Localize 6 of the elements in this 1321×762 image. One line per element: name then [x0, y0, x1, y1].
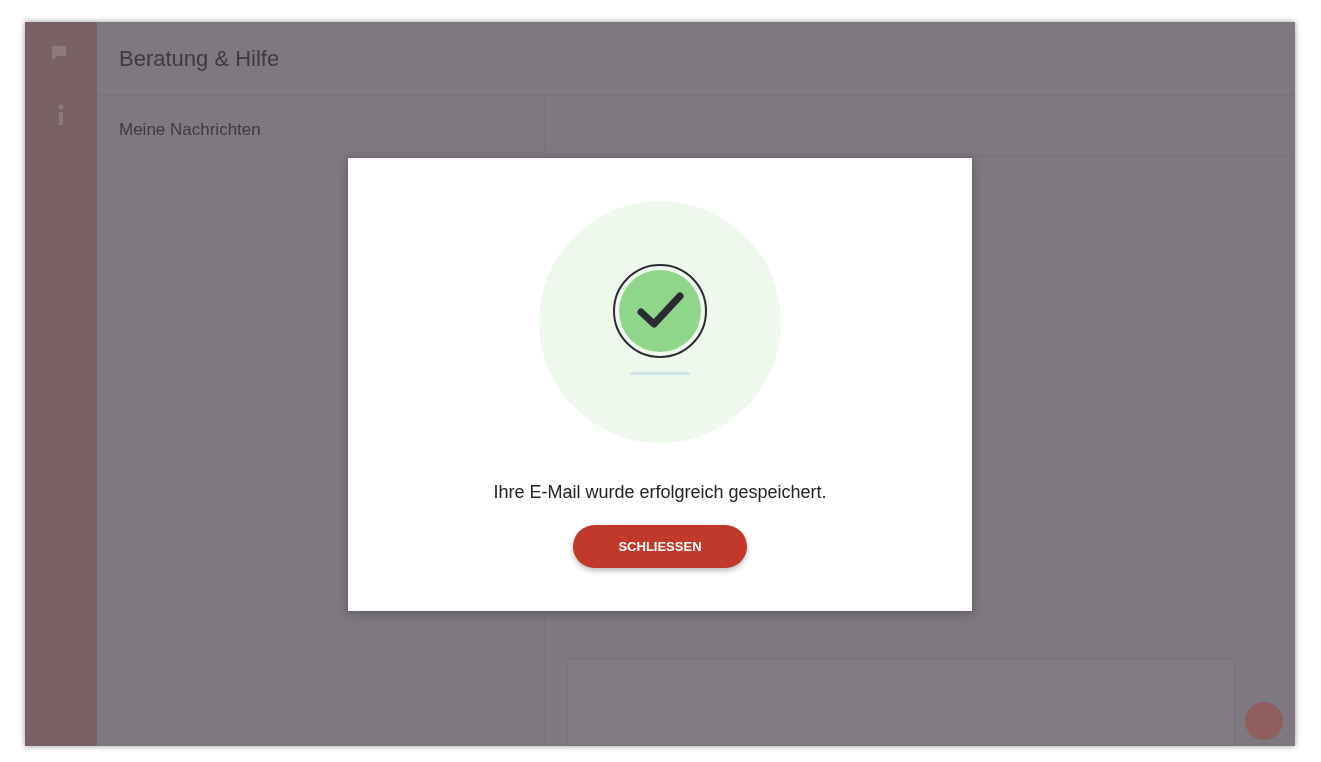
send-button[interactable]: [1245, 702, 1283, 740]
dialog-message: Ihre E-Mail wurde erfolgreich gespeichert.: [493, 482, 827, 503]
page-title: Beratung & Hilfe: [119, 45, 280, 72]
info-icon[interactable]: [56, 104, 66, 126]
section-title: Meine Nachrichten: [119, 120, 261, 139]
close-button[interactable]: SCHLIESSEN: [573, 525, 747, 568]
